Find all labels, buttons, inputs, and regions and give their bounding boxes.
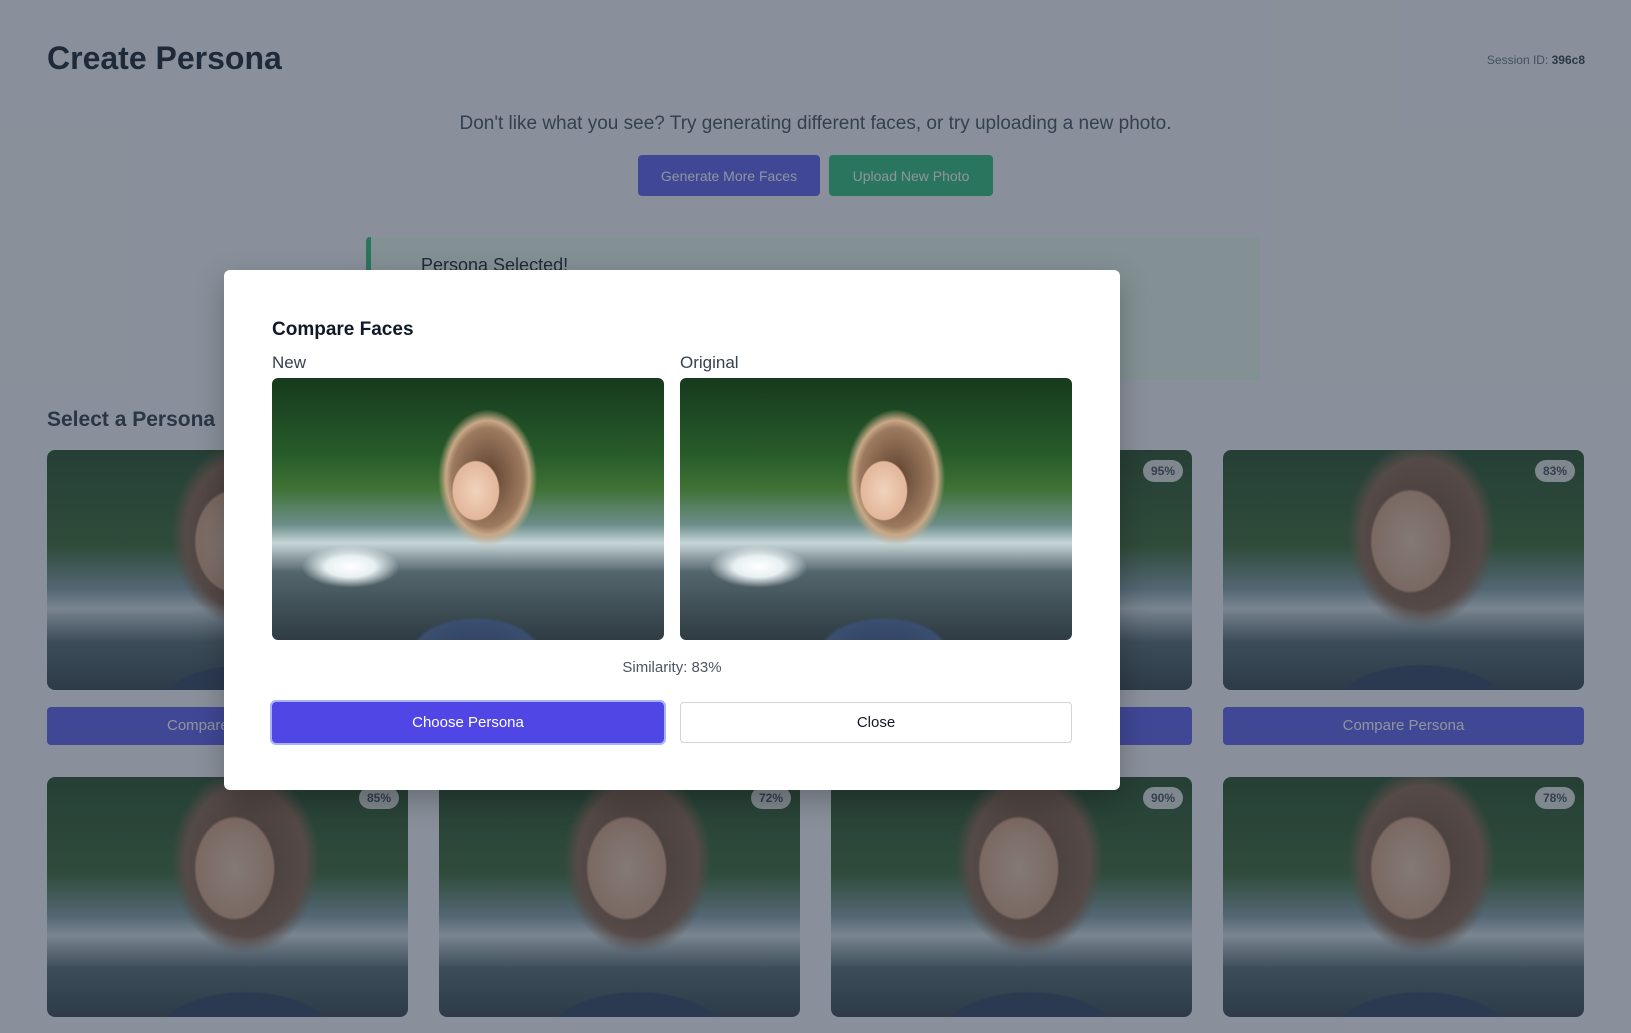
- similarity-score: Similarity: 83%: [622, 659, 722, 676]
- new-face-photo: [272, 378, 664, 640]
- close-button[interactable]: Close: [680, 702, 1072, 743]
- choose-persona-button[interactable]: Choose Persona: [270, 700, 666, 745]
- original-face-label: Original: [680, 353, 739, 372]
- new-face-label: New: [272, 353, 307, 372]
- original-face-photo: [680, 378, 1072, 640]
- compare-faces-modal: Compare Faces New Original Similarity: 8…: [224, 270, 1120, 790]
- modal-title: Compare Faces: [272, 319, 414, 340]
- create-persona-page: Create Persona Session ID: 396c8 Don't l…: [0, 0, 1631, 1033]
